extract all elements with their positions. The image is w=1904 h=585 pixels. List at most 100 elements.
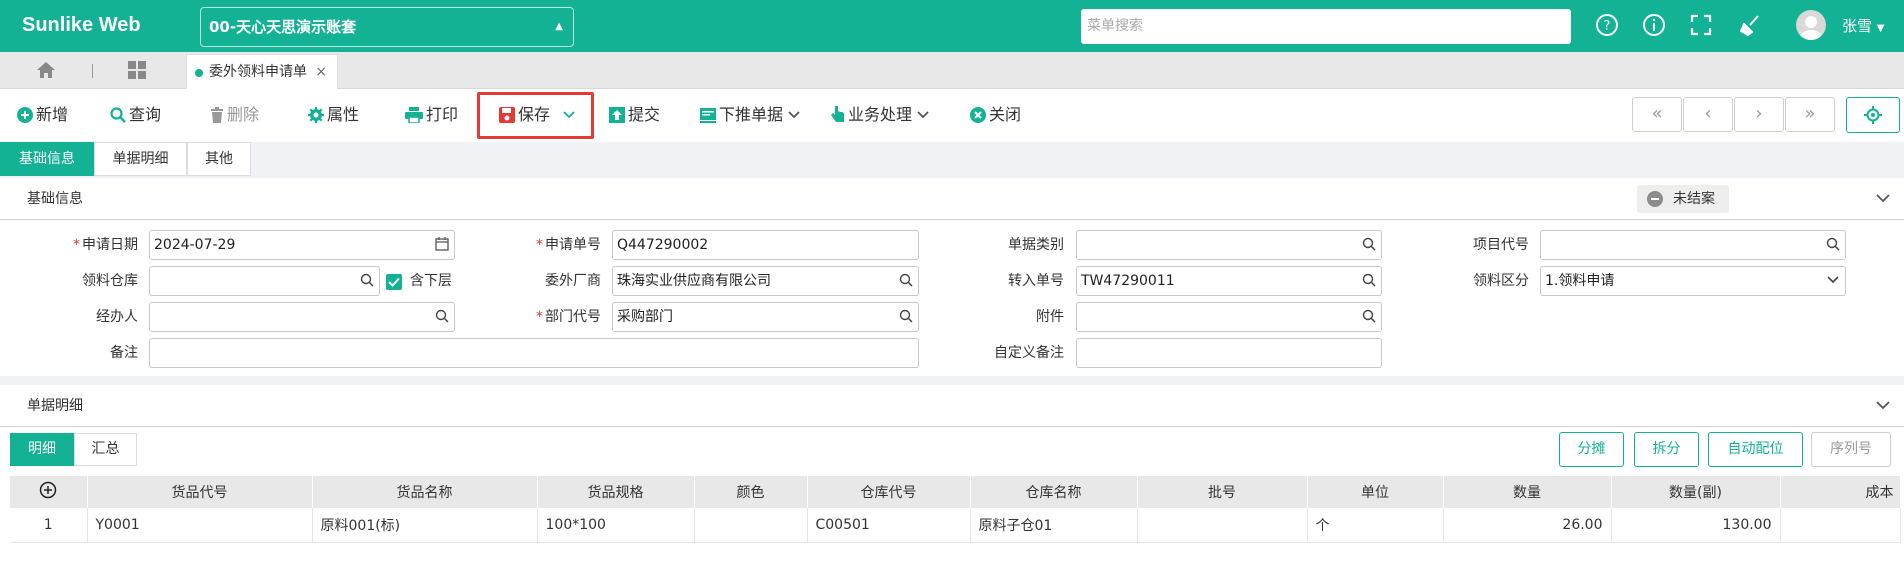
project-field[interactable] — [1540, 230, 1846, 260]
user-name: 张雪 — [1842, 17, 1873, 35]
first-record-button[interactable]: « — [1632, 97, 1682, 132]
status-text: 未结案 — [1673, 191, 1715, 207]
column-header[interactable]: 货品代号 — [87, 476, 313, 508]
apply-date-field[interactable]: 2024-07-29 — [149, 230, 455, 260]
cell-qty-secondary[interactable]: 130.00 — [1611, 508, 1781, 543]
table-row[interactable]: 1 Y0001 原料001(标) 100*100 C00501 原料子仓01 个… — [10, 508, 1901, 543]
add-row-header[interactable] — [10, 476, 88, 508]
search-icon[interactable] — [1362, 273, 1376, 287]
cell-unit[interactable]: 个 — [1307, 508, 1444, 543]
search-icon[interactable] — [1362, 237, 1376, 251]
clear-brush-icon[interactable] — [1738, 12, 1764, 38]
cell-code[interactable]: Y0001 — [87, 508, 313, 543]
cell-cost[interactable] — [1780, 508, 1901, 543]
delete-label: 删除 — [227, 105, 260, 124]
home-icon[interactable] — [36, 61, 56, 79]
basic-info-header[interactable]: 基础信息 未结案 — [0, 178, 1904, 220]
split-button[interactable]: 拆分 — [1634, 432, 1699, 467]
detail-header[interactable]: 单据明细 — [0, 385, 1904, 427]
close-circle-icon — [970, 107, 986, 123]
menu-search-input[interactable]: 菜单搜索 — [1081, 9, 1571, 44]
cell-warehouse-name[interactable]: 原料子仓01 — [970, 508, 1138, 543]
fullscreen-icon[interactable] — [1688, 12, 1714, 38]
plus-circle-icon — [17, 107, 33, 123]
help-icon[interactable]: ? — [1594, 12, 1620, 38]
warehouse-field[interactable] — [149, 266, 380, 296]
next-record-button[interactable]: › — [1734, 97, 1784, 132]
grid-menu-icon[interactable] — [128, 61, 146, 79]
user-menu[interactable]: 张雪 ▼ — [1842, 15, 1885, 36]
search-icon[interactable] — [1362, 309, 1376, 323]
tab-outsource-requisition[interactable]: 委外领料申请单 × — [186, 54, 338, 89]
save-button[interactable]: 保存 — [499, 103, 578, 127]
avatar[interactable] — [1796, 10, 1826, 40]
handler-field[interactable] — [149, 302, 455, 332]
add-row-icon[interactable] — [39, 481, 57, 499]
serial-number-button[interactable]: 序列号 — [1811, 432, 1891, 467]
tab-detail[interactable]: 明细 — [10, 433, 74, 466]
push-down-button[interactable]: 下推单据 — [700, 103, 803, 127]
account-label: 00-天心天思演示账套 — [209, 18, 357, 36]
column-header[interactable]: 颜色 — [694, 476, 808, 508]
chevron-down-icon[interactable] — [1876, 194, 1890, 203]
column-header[interactable]: 成本 — [1780, 476, 1901, 508]
custom-remark-field[interactable] — [1076, 338, 1382, 368]
cell-batch[interactable] — [1137, 508, 1308, 543]
cell-spec[interactable]: 100*100 — [537, 508, 695, 543]
column-header[interactable]: 仓库代号 — [807, 476, 971, 508]
query-button[interactable]: 查询 — [110, 103, 161, 127]
transfer-no-field[interactable]: TW47290011 — [1076, 266, 1382, 296]
dept-field[interactable]: 采购部门 — [612, 302, 919, 332]
search-icon[interactable] — [899, 309, 913, 323]
cell-name[interactable]: 原料001(标) — [312, 508, 538, 543]
allocate-button[interactable]: 分摊 — [1559, 432, 1624, 467]
info-icon[interactable] — [1641, 12, 1667, 38]
user-avatar-icon — [1800, 16, 1822, 40]
column-header[interactable]: 货品名称 — [312, 476, 538, 508]
auto-position-button[interactable]: 自动配位 — [1708, 432, 1803, 467]
column-header[interactable]: 单位 — [1307, 476, 1444, 508]
search-icon[interactable] — [1826, 237, 1840, 251]
close-tab-icon[interactable]: × — [315, 55, 327, 89]
column-header[interactable]: 数量 — [1443, 476, 1612, 508]
column-header[interactable]: 批号 — [1137, 476, 1308, 508]
vendor-label: 委外厂商 — [545, 273, 601, 289]
settings-button[interactable] — [1846, 97, 1900, 133]
printer-icon — [405, 107, 423, 124]
add-button[interactable]: 新增 — [17, 103, 68, 127]
chevron-down-icon[interactable] — [1876, 401, 1890, 410]
properties-button[interactable]: 属性 — [308, 103, 359, 127]
last-record-button[interactable]: » — [1785, 97, 1835, 132]
cell-color[interactable] — [694, 508, 808, 543]
prev-record-button[interactable]: ‹ — [1683, 97, 1733, 132]
submit-button[interactable]: 提交 — [609, 103, 660, 127]
tab-other[interactable]: 其他 — [187, 142, 251, 176]
top-bar: Sunlike Web 00-天心天思演示账套 ▲ 菜单搜索 ? 张雪 ▼ — [0, 0, 1904, 52]
cell-qty[interactable]: 26.00 — [1443, 508, 1612, 543]
tab-basic-info[interactable]: 基础信息 — [0, 142, 94, 176]
remark-field[interactable] — [149, 338, 919, 368]
cell-warehouse-code[interactable]: C00501 — [807, 508, 971, 543]
search-icon[interactable] — [360, 273, 374, 287]
vendor-field[interactable]: 珠海实业供应商有限公司 — [612, 266, 919, 296]
tab-document-detail[interactable]: 单据明细 — [94, 142, 187, 176]
delete-button[interactable]: 删除 — [210, 103, 259, 127]
doc-type-field[interactable] — [1076, 230, 1382, 260]
account-selector[interactable]: 00-天心天思演示账套 ▲ — [200, 7, 574, 47]
tab-summary[interactable]: 汇总 — [74, 433, 137, 466]
column-header[interactable]: 数量(副) — [1611, 476, 1781, 508]
svg-text:?: ? — [1604, 19, 1611, 34]
apply-no-field[interactable]: Q447290002 — [612, 230, 919, 260]
attachment-label: 附件 — [1036, 309, 1064, 325]
include-sub-checkbox[interactable] — [386, 274, 402, 290]
business-process-button[interactable]: 业务处理 — [831, 103, 932, 127]
column-header[interactable]: 仓库名称 — [970, 476, 1138, 508]
calendar-icon[interactable] — [435, 237, 449, 251]
close-button[interactable]: 关闭 — [970, 103, 1021, 127]
search-icon[interactable] — [435, 309, 449, 323]
column-header[interactable]: 货品规格 — [537, 476, 695, 508]
attachment-field[interactable] — [1076, 302, 1382, 332]
pick-type-select[interactable]: 1.领料申请 — [1540, 266, 1846, 296]
print-button[interactable]: 打印 — [405, 103, 458, 127]
search-icon[interactable] — [899, 273, 913, 287]
